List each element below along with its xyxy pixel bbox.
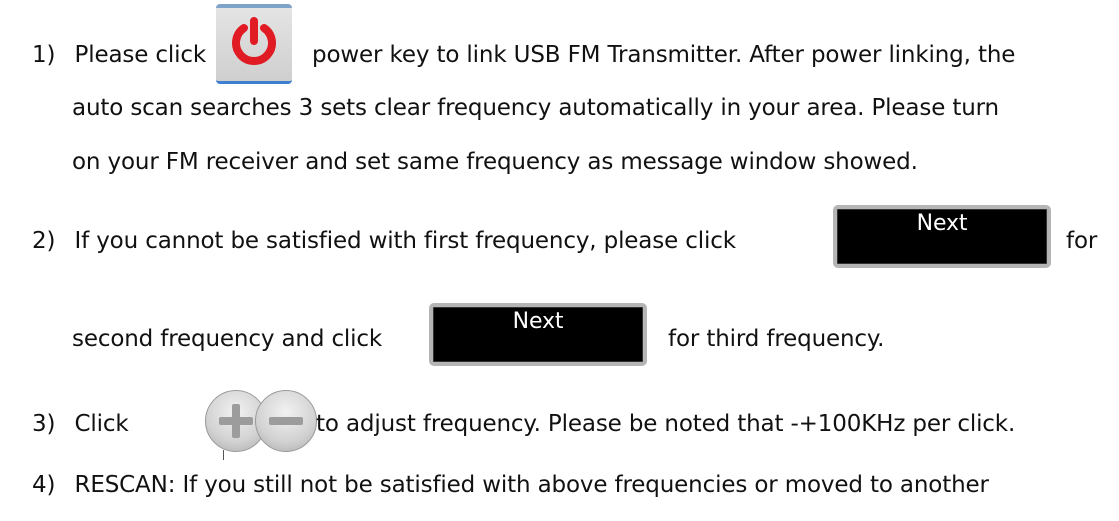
step-text: to adjust frequency. Please be noted tha… xyxy=(316,411,1016,437)
step-1-line-1: 1) Please click xyxy=(32,38,206,72)
step-text: auto scan searches 3 sets clear frequenc… xyxy=(72,95,999,121)
step-text: second frequency and click xyxy=(72,326,383,352)
minus-button[interactable] xyxy=(255,390,317,452)
step-text: power key to link USB FM Transmitter. Af… xyxy=(312,42,1016,68)
step-text: If you cannot be satisfied with first fr… xyxy=(74,228,736,254)
step-3-line-1: 3) Click xyxy=(32,407,129,441)
next-button[interactable]: Next xyxy=(833,205,1051,268)
step-1-line-2: auto scan searches 3 sets clear frequenc… xyxy=(72,91,999,125)
frequency-adjust-buttons xyxy=(205,390,317,460)
step-1-line-3: on your FM receiver and set same frequen… xyxy=(72,145,918,179)
power-icon xyxy=(232,17,276,65)
step-text: for third frequency. xyxy=(668,326,885,352)
step-2-line-2-cont: for third frequency. xyxy=(668,322,884,356)
next-button-label: Next xyxy=(916,211,968,236)
step-text: on your FM receiver and set same frequen… xyxy=(72,149,918,175)
step-number: 4) xyxy=(32,472,56,498)
power-button[interactable] xyxy=(216,4,292,84)
step-3-line-1-cont: to adjust frequency. Please be noted tha… xyxy=(316,407,1015,441)
divider xyxy=(223,450,224,460)
step-2-line-2: second frequency and click xyxy=(72,322,382,356)
step-number: 1) xyxy=(32,42,56,68)
step-text: for xyxy=(1066,228,1098,254)
step-text: RESCAN: If you still not be satisfied wi… xyxy=(74,472,989,498)
step-text: Please click xyxy=(74,42,207,68)
next-button-label: Next xyxy=(512,309,564,334)
step-1-line-1-cont: power key to link USB FM Transmitter. Af… xyxy=(312,38,1015,72)
next-button[interactable]: Next xyxy=(429,303,647,366)
step-number: 2) xyxy=(32,228,56,254)
step-2-line-1-cont: for xyxy=(1066,224,1097,258)
step-4-line-1: 4) RESCAN: If you still not be satisfied… xyxy=(32,468,989,502)
minus-icon xyxy=(269,417,303,425)
step-2-line-1: 2) If you cannot be satisfied with first… xyxy=(32,224,736,258)
step-text: Click xyxy=(74,411,129,437)
step-number: 3) xyxy=(32,411,56,437)
